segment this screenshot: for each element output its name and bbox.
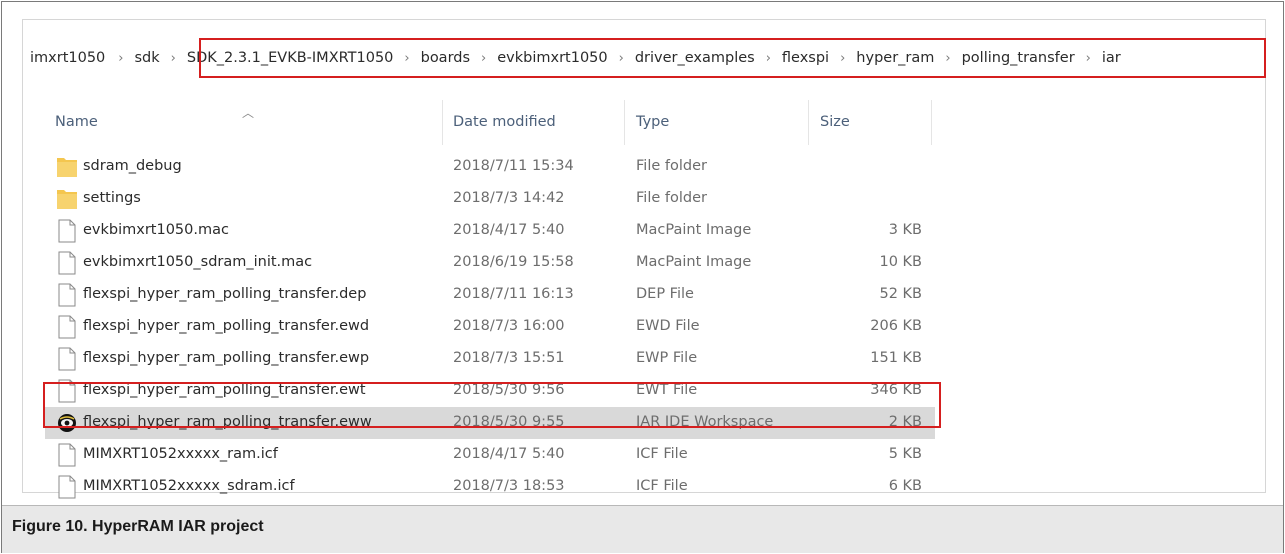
file-type: MacPaint Image — [636, 254, 752, 270]
chevron-right-icon: › — [618, 50, 624, 66]
breadcrumb-sdk-version[interactable]: SDK_2.3.1_EVKB-IMXRT1050 — [186, 50, 395, 66]
document-icon — [57, 379, 77, 403]
column-divider[interactable] — [442, 100, 443, 145]
file-name: sdram_debug — [83, 158, 182, 174]
file-type: DEP File — [636, 286, 694, 302]
chevron-right-icon: › — [765, 50, 771, 66]
chevron-right-icon: › — [118, 50, 124, 66]
file-row-0[interactable]: sdram_debug 2018/7/11 15:34 File folder — [23, 151, 1267, 183]
file-name: evkbimxrt1050_sdram_init.mac — [83, 254, 313, 270]
document-icon — [57, 443, 77, 467]
file-row-2[interactable]: evkbimxrt1050.mac 2018/4/17 5:40 MacPain… — [23, 215, 1267, 247]
figure-frame: imxrt1050 › sdk › SDK_2.3.1_EVKB-IMXRT10… — [1, 1, 1284, 553]
file-date: 2018/7/11 15:34 — [453, 158, 574, 174]
file-size: 346 KB — [870, 382, 922, 398]
chevron-right-icon: › — [945, 50, 951, 66]
column-header-date[interactable]: Date modified — [453, 114, 556, 130]
document-icon — [57, 251, 77, 275]
document-icon — [57, 475, 77, 499]
file-type: IAR IDE Workspace — [636, 414, 774, 430]
file-name: settings — [83, 190, 141, 206]
address-bar[interactable]: imxrt1050 › sdk › SDK_2.3.1_EVKB-IMXRT10… — [29, 40, 1265, 76]
document-icon — [57, 347, 77, 371]
chevron-right-icon: › — [404, 50, 410, 66]
folder-icon — [57, 155, 77, 179]
file-type: EWT File — [636, 382, 698, 398]
file-size: 5 KB — [888, 446, 922, 462]
breadcrumb-hyper-ram[interactable]: hyper_ram — [855, 50, 935, 66]
sort-ascending-icon: ︿ — [242, 106, 255, 120]
file-name: evkbimxrt1050.mac — [83, 222, 229, 238]
column-divider[interactable] — [931, 100, 932, 145]
file-explorer-window: imxrt1050 › sdk › SDK_2.3.1_EVKB-IMXRT10… — [22, 19, 1266, 499]
file-name: flexspi_hyper_ram_polling_transfer.ewt — [83, 382, 366, 398]
file-size: 3 KB — [888, 222, 922, 238]
file-date: 2018/5/30 9:56 — [453, 382, 565, 398]
file-type: ICF File — [636, 446, 688, 462]
document-icon — [57, 219, 77, 243]
document-icon — [57, 315, 77, 339]
file-name: MIMXRT1052xxxxx_ram.icf — [83, 446, 278, 462]
file-date: 2018/4/17 5:40 — [453, 222, 565, 238]
file-date: 2018/7/3 14:42 — [453, 190, 565, 206]
breadcrumb-evkbimxrt1050[interactable]: evkbimxrt1050 — [496, 50, 608, 66]
file-row-3[interactable]: evkbimxrt1050_sdram_init.mac 2018/6/19 1… — [23, 247, 1267, 279]
file-name: flexspi_hyper_ram_polling_transfer.eww — [83, 414, 372, 430]
file-date: 2018/7/3 18:53 — [453, 478, 565, 494]
file-date: 2018/5/30 9:55 — [453, 414, 565, 430]
file-size: 6 KB — [888, 478, 922, 494]
file-date: 2018/7/3 15:51 — [453, 350, 565, 366]
chevron-right-icon: › — [481, 50, 487, 66]
chevron-right-icon: › — [1085, 50, 1091, 66]
figure-caption: Figure 10. HyperRAM IAR project — [12, 518, 264, 535]
file-row-6[interactable]: flexspi_hyper_ram_polling_transfer.ewp 2… — [23, 343, 1267, 375]
file-date: 2018/4/17 5:40 — [453, 446, 565, 462]
file-type: File folder — [636, 158, 707, 174]
file-name: flexspi_hyper_ram_polling_transfer.dep — [83, 286, 367, 302]
breadcrumb-flexspi[interactable]: flexspi — [781, 50, 830, 66]
breadcrumb-driver-examples[interactable]: driver_examples — [634, 50, 756, 66]
file-row-10[interactable]: MIMXRT1052xxxxx_sdram.icf 2018/7/3 18:53… — [23, 471, 1267, 503]
figure-caption-band: Figure 10. HyperRAM IAR project — [2, 505, 1283, 553]
document-icon — [57, 283, 77, 307]
folder-icon — [57, 187, 77, 211]
breadcrumb-polling-transfer[interactable]: polling_transfer — [961, 50, 1076, 66]
chevron-right-icon: › — [840, 50, 846, 66]
chevron-right-icon: › — [170, 50, 176, 66]
breadcrumb-imxrt1050[interactable]: imxrt1050 — [29, 50, 106, 66]
breadcrumb-sdk[interactable]: sdk — [134, 50, 161, 66]
breadcrumb-iar[interactable]: iar — [1101, 50, 1122, 66]
file-size: 206 KB — [870, 318, 922, 334]
file-type: EWD File — [636, 318, 700, 334]
file-date: 2018/7/11 16:13 — [453, 286, 574, 302]
column-divider[interactable] — [624, 100, 625, 145]
file-type: File folder — [636, 190, 707, 206]
file-row-1[interactable]: settings 2018/7/3 14:42 File folder — [23, 183, 1267, 215]
file-row-9[interactable]: MIMXRT1052xxxxx_ram.icf 2018/4/17 5:40 I… — [23, 439, 1267, 471]
file-row-5[interactable]: flexspi_hyper_ram_polling_transfer.ewd 2… — [23, 311, 1267, 343]
file-list: sdram_debug 2018/7/11 15:34 File folder … — [23, 151, 1267, 503]
file-row-8-selected[interactable]: flexspi_hyper_ram_polling_transfer.eww 2… — [23, 407, 1267, 439]
file-size: 151 KB — [870, 350, 922, 366]
file-type: MacPaint Image — [636, 222, 752, 238]
column-divider[interactable] — [808, 100, 809, 145]
file-size: 2 KB — [888, 414, 922, 430]
file-date: 2018/6/19 15:58 — [453, 254, 574, 270]
file-size: 52 KB — [879, 286, 922, 302]
iar-workspace-icon — [57, 411, 77, 435]
column-header-name[interactable]: Name — [55, 114, 98, 130]
file-type: EWP File — [636, 350, 698, 366]
file-name: MIMXRT1052xxxxx_sdram.icf — [83, 478, 295, 494]
file-date: 2018/7/3 16:00 — [453, 318, 565, 334]
file-name: flexspi_hyper_ram_polling_transfer.ewp — [83, 350, 370, 366]
column-header-type[interactable]: Type — [636, 114, 669, 130]
breadcrumb-boards[interactable]: boards — [420, 50, 471, 66]
file-size: 10 KB — [879, 254, 922, 270]
column-header-size[interactable]: Size — [820, 114, 850, 130]
file-name: flexspi_hyper_ram_polling_transfer.ewd — [83, 318, 370, 334]
file-row-7[interactable]: flexspi_hyper_ram_polling_transfer.ewt 2… — [23, 375, 1267, 407]
file-type: ICF File — [636, 478, 688, 494]
file-row-4[interactable]: flexspi_hyper_ram_polling_transfer.dep 2… — [23, 279, 1267, 311]
